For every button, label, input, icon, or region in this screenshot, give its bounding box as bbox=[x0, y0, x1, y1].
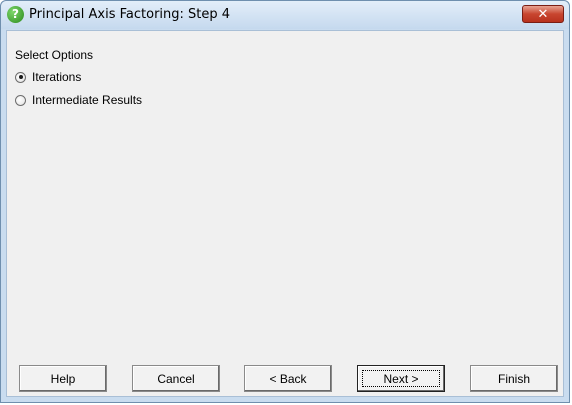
cancel-button[interactable]: Cancel bbox=[132, 365, 220, 392]
radio-iterations[interactable]: Iterations bbox=[15, 69, 81, 85]
title-bar[interactable]: ? Principal Axis Factoring: Step 4 ✕ bbox=[1, 1, 569, 29]
back-button[interactable]: < Back bbox=[244, 365, 332, 392]
help-button[interactable]: Help bbox=[19, 365, 107, 392]
radio-button-icon[interactable] bbox=[15, 71, 26, 83]
radio-intermediate-results[interactable]: Intermediate Results bbox=[15, 92, 142, 108]
back-button-label: < Back bbox=[269, 371, 307, 386]
window-title: Principal Axis Factoring: Step 4 bbox=[29, 7, 231, 22]
help-button-label: Help bbox=[50, 371, 76, 386]
dialog-content: Select Options Iterations Intermediate R… bbox=[6, 30, 564, 397]
close-button[interactable]: ✕ bbox=[522, 5, 564, 23]
cancel-button-label: Cancel bbox=[157, 371, 195, 386]
finish-button[interactable]: Finish bbox=[470, 365, 558, 392]
dialog-window: ? Principal Axis Factoring: Step 4 ✕ Sel… bbox=[0, 0, 570, 403]
help-question-icon: ? bbox=[7, 6, 24, 23]
radio-button-icon[interactable] bbox=[15, 94, 26, 106]
finish-button-label: Finish bbox=[497, 371, 530, 386]
next-button[interactable]: Next > bbox=[357, 365, 445, 392]
radio-label-intermediate-results: Intermediate Results bbox=[32, 93, 143, 107]
close-icon: ✕ bbox=[537, 7, 549, 22]
next-button-label: Next > bbox=[383, 371, 419, 386]
options-heading: Select Options bbox=[15, 48, 94, 62]
radio-label-iterations: Iterations bbox=[32, 70, 82, 84]
